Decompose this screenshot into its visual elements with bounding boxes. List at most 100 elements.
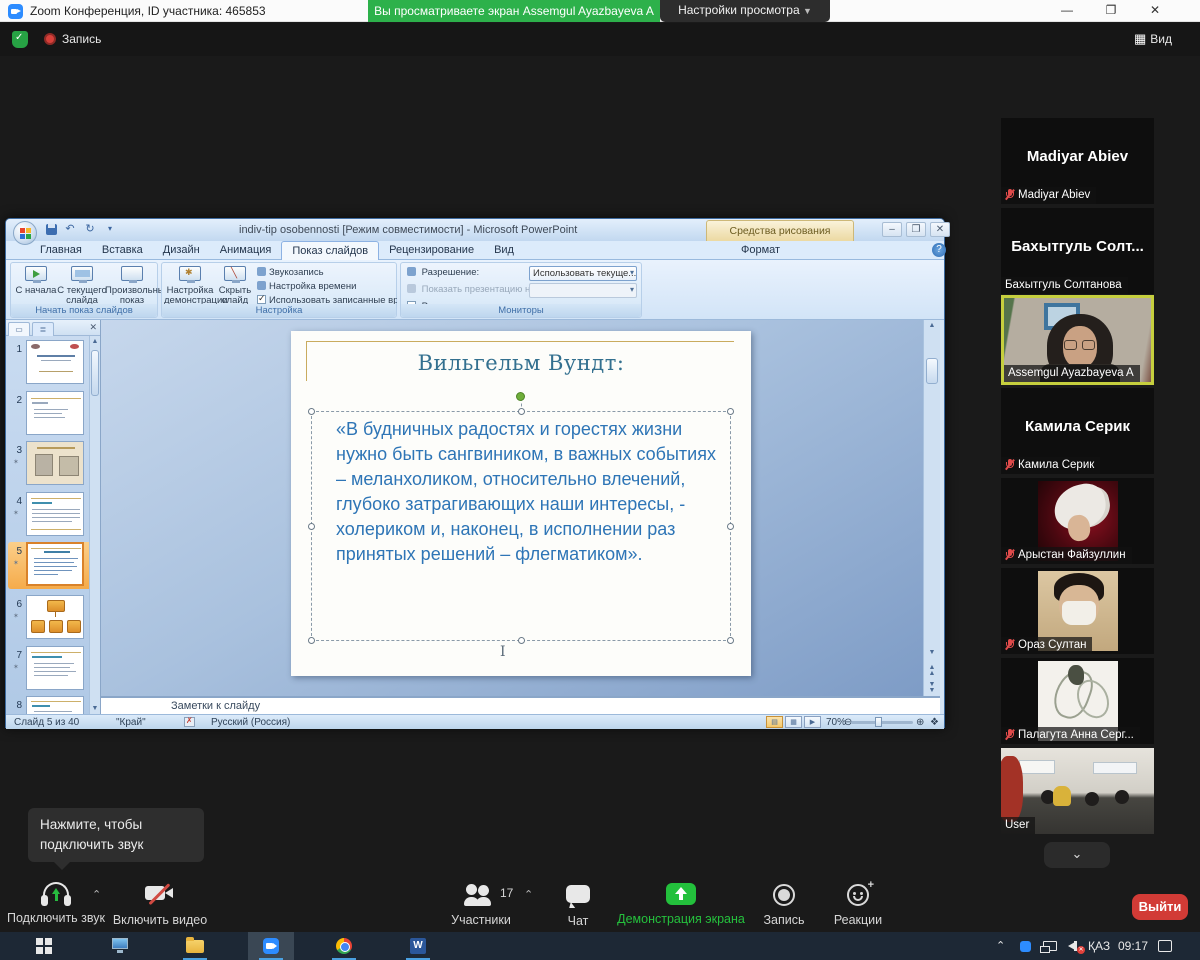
undo-icon[interactable]: ↶ [63, 222, 77, 236]
keyboard-language[interactable]: ҚАЗ [1088, 932, 1110, 960]
word-icon[interactable]: W [410, 938, 426, 954]
qat-customize-icon[interactable]: ▾ [103, 222, 117, 236]
resize-handle[interactable] [727, 637, 734, 644]
view-settings-button[interactable]: Настройки просмотра ▼ [660, 0, 830, 22]
slides-tab[interactable]: ▭ [8, 322, 30, 336]
help-icon[interactable]: ? [932, 243, 946, 257]
zoom-in-icon[interactable]: ⊕ [916, 716, 924, 729]
save-icon[interactable] [46, 224, 57, 235]
slide-thumbnail-8[interactable]: 8 ✶ [8, 696, 92, 714]
participant-tile-user[interactable]: User [1001, 748, 1154, 834]
tab-vstavka[interactable]: Вставка [92, 241, 153, 260]
zoom-slider[interactable] [851, 721, 913, 724]
resize-handle[interactable] [308, 408, 315, 415]
resize-handle[interactable] [727, 523, 734, 530]
office-button[interactable] [13, 221, 37, 245]
participant-tile-kamila[interactable]: Камила Серик Камила Серик [1001, 388, 1154, 474]
tab-dizain[interactable]: Дизайн [153, 241, 210, 260]
participants-button[interactable]: 17 Участники [440, 882, 522, 927]
scroll-participants-down-button[interactable]: ⌄ [1044, 842, 1110, 868]
clock[interactable]: 09:17 [1118, 932, 1148, 960]
resize-handle[interactable] [727, 408, 734, 415]
network-icon[interactable] [1043, 941, 1057, 951]
slideshow-view-button[interactable]: ▶ [804, 716, 821, 728]
rotate-handle[interactable] [516, 392, 525, 401]
ppt-close-button[interactable]: ✕ [930, 222, 950, 237]
participants-options-chevron[interactable]: ⌃ [524, 888, 533, 901]
ppt-restore-button[interactable]: ❐ [906, 222, 926, 237]
scrollbar-thumb[interactable] [926, 358, 938, 384]
resize-handle[interactable] [308, 523, 315, 530]
outline-tab[interactable]: ≣ [32, 322, 54, 336]
slide-body-text[interactable]: «В будничных радостях и горестях жизни н… [336, 417, 728, 567]
slide-thumbnail-5-selected[interactable]: 5 ✶ [8, 542, 92, 589]
hidden-icons-chevron[interactable]: ⌃ [996, 932, 1005, 960]
task-view-icon[interactable] [112, 938, 128, 954]
next-slide-button[interactable]: ▼▼ [925, 680, 939, 693]
custom-slideshow-button[interactable]: Произвольный показ [105, 266, 159, 306]
fit-to-window-icon[interactable]: ❖ [930, 716, 939, 729]
setup-slideshow-button[interactable]: Настройка демонстрации [164, 266, 216, 306]
start-video-button[interactable]: Включить видео [110, 882, 210, 927]
participant-tile-bakhytgul[interactable]: Бахытгуль Солт... Бахытгуль Солтанова [1001, 208, 1154, 294]
participant-tile-oraz[interactable]: Ораз Султан [1001, 568, 1154, 654]
from-current-slide-button[interactable]: С текущего слайда [57, 266, 107, 306]
slide-thumbnail-3[interactable]: 3 ✶ [8, 441, 92, 488]
participant-tile-palaguta[interactable]: Палагута Анна Серг... [1001, 658, 1154, 744]
resize-handle[interactable] [518, 408, 525, 415]
close-button[interactable]: ✕ [1140, 0, 1170, 22]
tab-retsenzirovanie[interactable]: Рецензирование [379, 241, 484, 260]
current-slide[interactable]: Вильгельм Вундт: «В будничных радостях и… [291, 331, 751, 676]
slide-thumbnail-7[interactable]: 7 ✶ [8, 646, 92, 693]
chrome-icon[interactable] [336, 938, 352, 954]
slide-scrollbar[interactable]: ▲ ▼ ▲▲ ▼▼ [923, 320, 940, 696]
tab-pokaz-slaidov[interactable]: Показ слайдов [281, 241, 379, 260]
reactions-button[interactable]: + Реакции [824, 882, 892, 927]
zoom-slider-thumb[interactable] [875, 717, 882, 727]
leave-meeting-button[interactable]: Выйти [1132, 894, 1188, 920]
tab-glavnaya[interactable]: Главная [30, 241, 92, 260]
slide-thumbnail-6[interactable]: 6 ✶ [8, 595, 92, 642]
tab-format[interactable]: Формат [729, 241, 792, 259]
text-placeholder-selection[interactable]: «В будничных радостях и горестях жизни н… [311, 411, 731, 641]
record-narration-button[interactable]: Звукозапись [257, 267, 397, 281]
spellcheck-icon[interactable] [184, 717, 195, 727]
scroll-down-icon[interactable]: ▼ [925, 648, 939, 661]
slide-thumbnail-4[interactable]: 4 ✶ [8, 492, 92, 539]
scroll-up-icon[interactable]: ▲ [925, 321, 939, 334]
tab-animatsiya[interactable]: Анимация [210, 241, 282, 260]
language-indicator[interactable]: Русский (Россия) [211, 716, 290, 729]
resolution-dropdown[interactable]: Использовать текуще... [529, 266, 637, 281]
participant-tile-madiyar[interactable]: Madiyar Abiev Madiyar Abiev [1001, 118, 1154, 204]
redo-icon[interactable]: ↻ [83, 222, 97, 236]
view-button[interactable]: ▦Вид [1134, 31, 1172, 47]
previous-slide-button[interactable]: ▲▲ [925, 663, 939, 676]
file-explorer-icon[interactable] [186, 938, 204, 954]
action-center-icon[interactable] [1158, 940, 1172, 952]
zoom-tray-icon[interactable] [1020, 941, 1031, 952]
resize-handle[interactable] [308, 637, 315, 644]
notes-pane[interactable]: Заметки к слайду [101, 696, 940, 714]
normal-view-button[interactable]: ▤ [766, 716, 783, 728]
maximize-button[interactable]: ❐ [1096, 0, 1126, 22]
ppt-minimize-button[interactable]: – [882, 222, 902, 237]
resize-handle[interactable] [518, 637, 525, 644]
security-shield-icon[interactable] [12, 31, 28, 48]
rehearse-timings-button[interactable]: Настройка времени [257, 281, 397, 295]
participant-tile-assemgul-active-speaker[interactable]: Assemgul Ayazbayeva A [1001, 295, 1154, 385]
participant-tile-arystan[interactable]: Арыстан Файзуллин [1001, 478, 1154, 564]
minimize-button[interactable]: — [1052, 0, 1082, 22]
start-button[interactable] [36, 938, 52, 954]
zoom-taskbar-icon[interactable] [263, 938, 279, 954]
from-beginning-button[interactable]: С начала [11, 266, 61, 296]
slide-thumbnail-1[interactable]: 1 [8, 340, 92, 387]
hide-slide-button[interactable]: Скрыть слайд [214, 266, 256, 306]
audio-options-chevron[interactable]: ⌃ [92, 888, 101, 901]
share-screen-button[interactable]: Демонстрация экрана [616, 882, 746, 926]
slide-thumbnail-2[interactable]: 2 [8, 391, 92, 438]
chat-button[interactable]: Чат [552, 882, 604, 928]
slide-sorter-button[interactable]: ▦ [785, 716, 802, 728]
speaker-muted-icon[interactable]: ✕ [1068, 940, 1082, 952]
record-button[interactable]: Запись [754, 882, 814, 927]
tab-vid[interactable]: Вид [484, 241, 524, 260]
